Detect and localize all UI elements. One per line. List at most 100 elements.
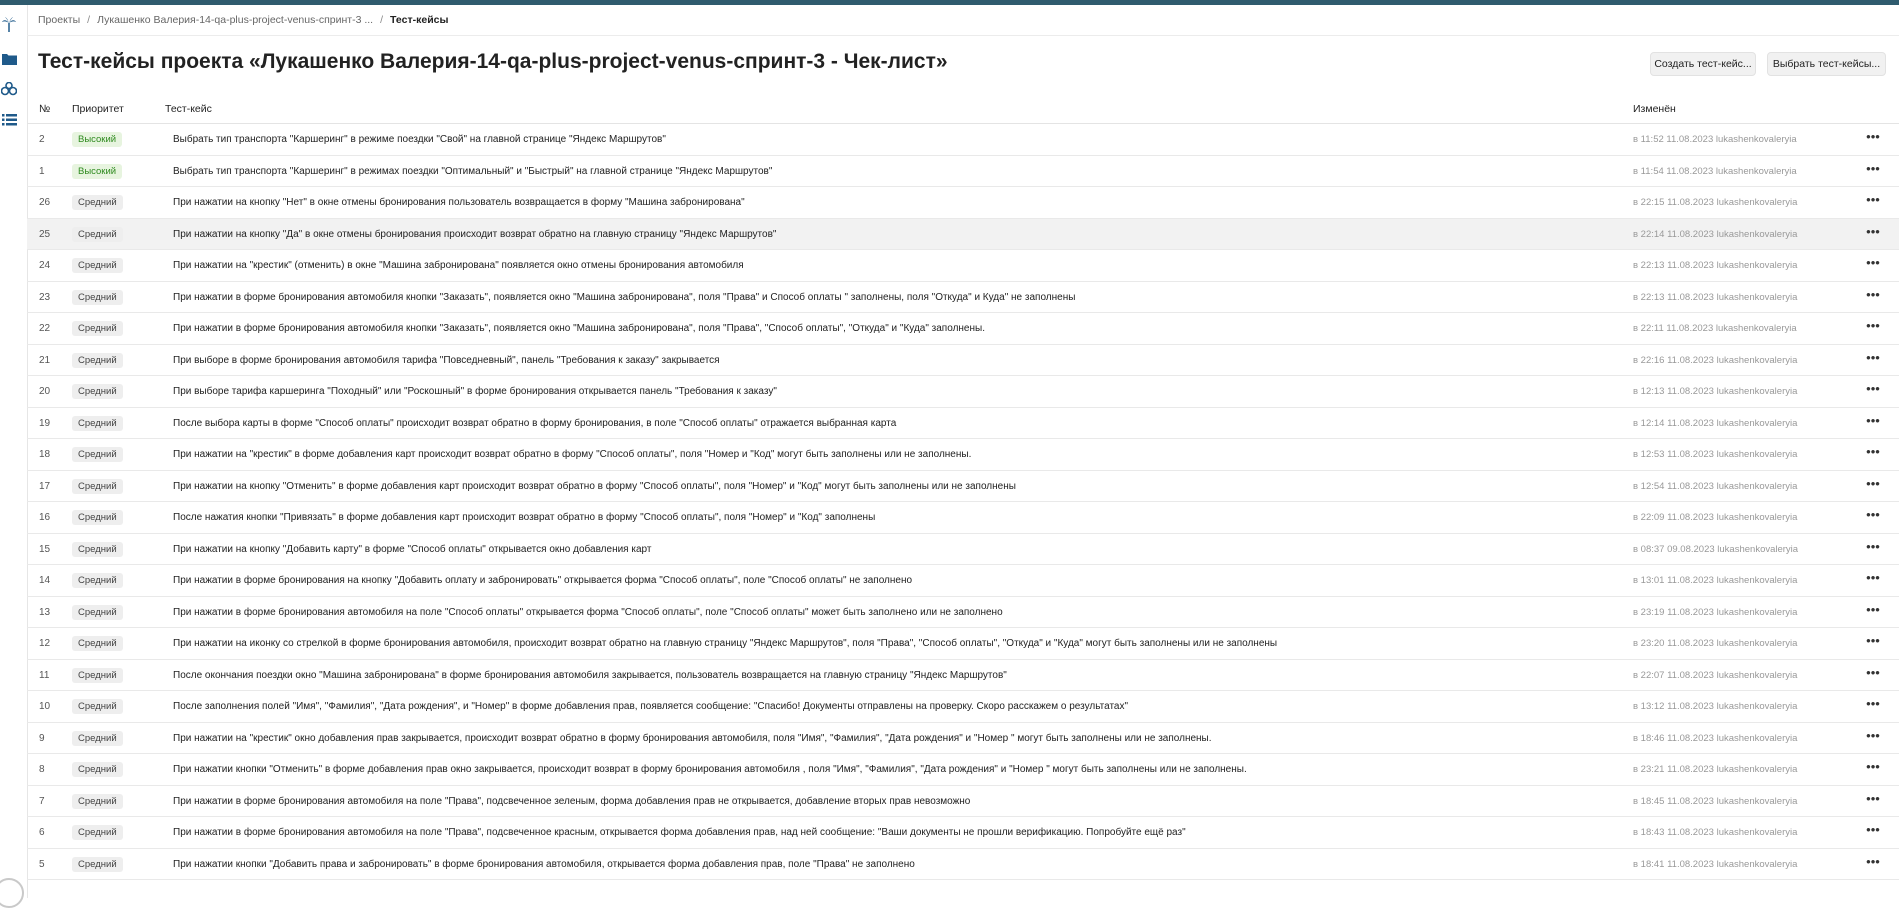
test-case-title[interactable]: Выбрать тип транспорта "Каршеринг" в реж… <box>173 166 772 177</box>
more-icon[interactable]: ••• <box>1863 350 1883 369</box>
table-row[interactable]: 24 Средний При нажатии на "крестик" (отмен… <box>27 250 1899 282</box>
test-case-title[interactable]: Выбрать тип транспорта "Каршеринг" в реж… <box>173 134 666 145</box>
table-row[interactable]: 13 Средний При нажатии в форме бронировани… <box>27 597 1899 628</box>
test-case-title[interactable]: При нажатии в форме бронирования автомоб… <box>173 796 970 807</box>
more-icon[interactable]: ••• <box>1863 728 1883 747</box>
table-row[interactable]: 15 Средний При нажатии на кнопку "Добавить… <box>27 534 1899 565</box>
test-case-title[interactable]: При нажатии на кнопку "Нет" в окне отмен… <box>173 197 745 208</box>
breadcrumb-project[interactable]: Лукашенко Валерия-14-qa-plus-project-ven… <box>97 14 373 26</box>
folder-icon[interactable] <box>0 49 18 67</box>
table-row[interactable]: 19 Средний После выбора карты в форме "Спо… <box>27 408 1899 439</box>
user-avatar[interactable] <box>0 878 24 908</box>
priority-badge: Высокий <box>72 132 123 147</box>
test-case-title[interactable]: При нажатии в форме бронирования автомоб… <box>173 292 1075 303</box>
table-row[interactable]: 12 Средний При нажатии на иконку со стрелк… <box>27 628 1899 660</box>
more-icon[interactable]: ••• <box>1863 413 1883 432</box>
test-case-title[interactable]: При нажатии в форме бронирования автомоб… <box>173 827 1186 838</box>
table-row[interactable]: 17 Средний При нажатии на кнопку "Отменить… <box>27 471 1899 502</box>
more-icon[interactable]: ••• <box>1863 823 1883 841</box>
more-icon[interactable]: ••• <box>1863 161 1883 180</box>
test-case-title[interactable]: После окончания поездки окно "Машина заб… <box>173 670 1007 681</box>
test-case-title[interactable]: При нажатии кнопки "Отменить" в форме до… <box>173 764 1247 775</box>
table-row[interactable]: 26 Средний При нажатии на кнопку "Нет" в о… <box>27 187 1899 219</box>
more-icon[interactable]: ••• <box>1863 602 1883 621</box>
list-icon[interactable] <box>0 111 18 129</box>
changed-info: в 23:19 11.08.2023 lukashenkovaleryia <box>1633 606 1798 618</box>
test-case-title[interactable]: При нажатии на кнопку "Да" в окне отмены… <box>173 229 776 240</box>
table-row[interactable]: 1 Высокий Выбрать тип транспорта "Каршерин… <box>27 156 1899 187</box>
table-row[interactable]: 20 Средний При выборе тарифа каршеринга "П… <box>27 376 1899 408</box>
changed-info: в 11:52 11.08.2023 lukashenkovaleryia <box>1633 134 1797 145</box>
more-icon[interactable]: ••• <box>1863 571 1883 589</box>
palm-logo-icon[interactable] <box>0 15 18 33</box>
table-row[interactable]: 18 Средний При нажатии на "крестик" в форм… <box>27 439 1899 471</box>
table-row[interactable]: 6 Средний При нажатии в форме бронирования… <box>27 817 1899 849</box>
more-icon[interactable]: ••• <box>1863 665 1883 684</box>
more-icon[interactable]: ••• <box>1863 476 1883 495</box>
table-row[interactable]: 14 Средний При нажатии в форме бронировани… <box>27 565 1899 597</box>
table-row[interactable]: 7 Средний При нажатии в форме бронирования… <box>27 786 1899 817</box>
more-icon[interactable]: ••• <box>1863 854 1883 873</box>
more-icon[interactable]: ••• <box>1863 508 1883 526</box>
column-header-priority[interactable]: Приоритет <box>72 103 124 115</box>
more-icon[interactable]: ••• <box>1863 697 1883 715</box>
test-case-title[interactable]: При нажатии на "крестик" окно добавления… <box>173 733 1212 744</box>
more-icon[interactable]: ••• <box>1863 224 1883 243</box>
table-row[interactable]: 2 Высокий Выбрать тип транспорта "Каршерин… <box>27 124 1899 156</box>
test-case-title[interactable]: При нажатии в форме бронирования на кноп… <box>173 575 912 586</box>
test-case-title[interactable]: После нажатия кнопки "Привязать" в форме… <box>173 512 875 523</box>
test-case-title[interactable]: При выборе тарифа каршеринга "Походный" … <box>173 386 777 397</box>
more-icon[interactable]: ••• <box>1863 445 1883 463</box>
changed-info: в 18:45 11.08.2023 lukashenkovaleryia <box>1633 795 1798 807</box>
column-header-number[interactable]: № <box>39 103 50 115</box>
table-row[interactable]: 9 Средний При нажатии на "крестик" окно до… <box>27 723 1899 754</box>
test-case-title[interactable]: При нажатии на кнопку "Добавить карту" в… <box>173 544 651 555</box>
more-icon[interactable]: ••• <box>1863 287 1883 306</box>
more-icon[interactable]: ••• <box>1863 319 1883 337</box>
more-icon[interactable]: ••• <box>1863 193 1883 211</box>
test-case-title[interactable]: При нажатии на иконку со стрелкой в форм… <box>173 638 1277 649</box>
table-row[interactable]: 22 Средний При нажатии в форме бронировани… <box>27 313 1899 345</box>
more-icon[interactable]: ••• <box>1863 760 1883 778</box>
row-number: 16 <box>39 512 51 523</box>
priority-badge: Средний <box>72 541 123 557</box>
row-number: 17 <box>39 480 51 492</box>
breadcrumb-separator: / <box>87 14 91 26</box>
test-case-title[interactable]: При нажатии на "крестик" в форме добавле… <box>173 449 971 460</box>
table-row[interactable]: 10 Средний После заполнения полей "Имя", "… <box>27 691 1899 723</box>
bicycle-icon[interactable] <box>0 80 18 98</box>
table-row[interactable]: 23 Средний При нажатии в форме бронировани… <box>27 282 1899 313</box>
breadcrumb-projects[interactable]: Проекты <box>38 14 80 26</box>
test-case-title[interactable]: После выбора карты в форме "Способ оплат… <box>173 418 896 429</box>
breadcrumb: Проекты / Лукашенко Валерия-14-qa-plus-p… <box>38 10 448 30</box>
column-header-test-case[interactable]: Тест-кейс <box>165 103 212 115</box>
test-case-title[interactable]: При нажатии в форме бронирования автомоб… <box>173 607 1003 618</box>
more-icon[interactable]: ••• <box>1863 382 1883 400</box>
more-icon[interactable]: ••• <box>1863 130 1883 148</box>
test-case-title[interactable]: При нажатии кнопки "Добавить права и заб… <box>173 859 915 870</box>
priority-badge: Средний <box>72 447 123 462</box>
more-icon[interactable]: ••• <box>1863 634 1883 652</box>
test-case-title[interactable]: При выборе в форме бронирования автомоби… <box>173 355 720 366</box>
changed-info: в 22:13 11.08.2023 lukashenkovaleryia <box>1633 260 1798 271</box>
table-row[interactable]: 5 Средний При нажатии кнопки "Добавить пра… <box>27 849 1899 880</box>
more-icon[interactable]: ••• <box>1863 256 1883 274</box>
test-case-title[interactable]: После заполнения полей "Имя", "Фамилия",… <box>173 701 1128 712</box>
table-row[interactable]: 16 Средний После нажатия кнопки "Привязать… <box>27 502 1899 534</box>
select-test-cases-button[interactable]: Выбрать тест-кейсы... <box>1767 52 1886 76</box>
table-row[interactable]: 25 Средний При нажатии на кнопку "Да" в ок… <box>27 218 1899 250</box>
more-icon[interactable]: ••• <box>1863 791 1883 810</box>
table-row[interactable]: 11 Средний После окончания поездки окно "М… <box>27 660 1899 691</box>
changed-info: в 18:46 11.08.2023 lukashenkovaleryia <box>1633 732 1798 744</box>
test-case-title[interactable]: При нажатии на "крестик" (отменить) в ок… <box>173 260 744 271</box>
row-number: 12 <box>39 638 51 649</box>
table-row[interactable]: 21 Средний При выборе в форме бронирования… <box>27 345 1899 376</box>
create-test-case-button[interactable]: Создать тест-кейс... <box>1650 52 1756 76</box>
test-case-title[interactable]: При нажатии на кнопку "Отменить" в форме… <box>173 481 1016 492</box>
priority-badge: Средний <box>72 573 123 588</box>
column-header-changed[interactable]: Изменён <box>1633 103 1676 115</box>
priority-badge: Средний <box>72 415 123 431</box>
test-case-title[interactable]: При нажатии в форме бронирования автомоб… <box>173 323 985 334</box>
more-icon[interactable]: ••• <box>1863 539 1883 558</box>
table-row[interactable]: 8 Средний При нажатии кнопки "Отменить" в … <box>27 754 1899 786</box>
